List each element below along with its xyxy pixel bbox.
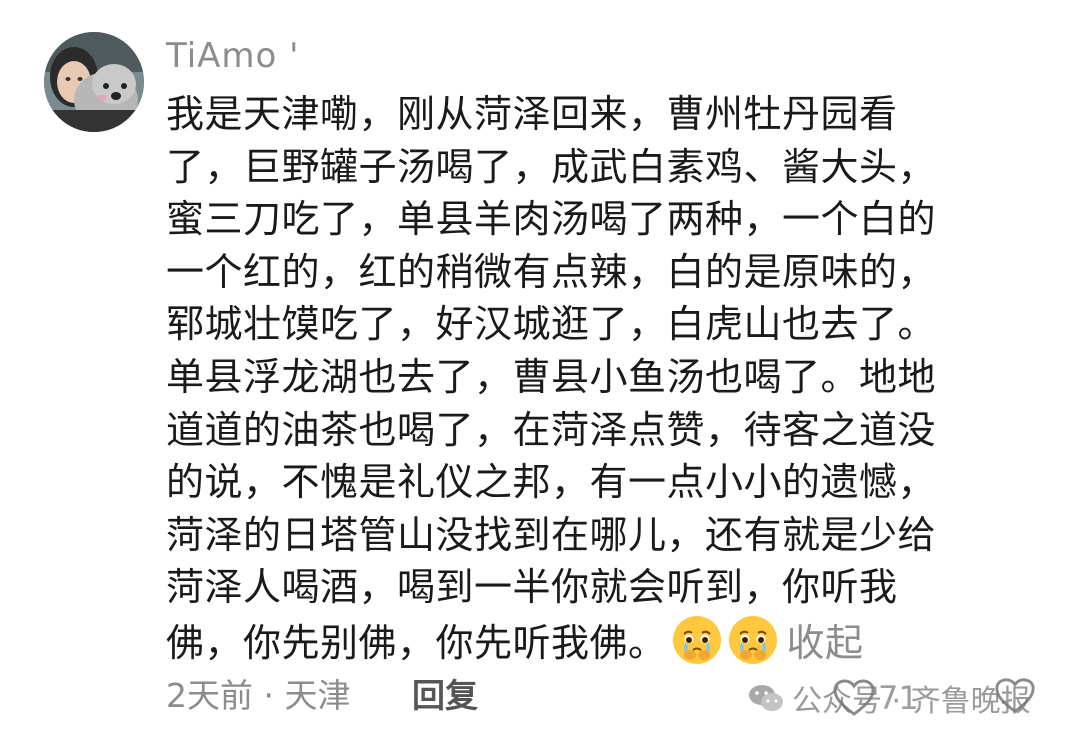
comment-line: 菏泽人喝酒，喝到一半你就会听到，你听我 <box>166 565 898 610</box>
like-button[interactable]: 71 <box>832 672 919 724</box>
like-count: 71 <box>878 679 919 717</box>
comment-line: 道道的油茶也喝了，在菏泽点赞，待客之道没 <box>166 407 937 452</box>
comment-line: 我是天津嘞，刚从菏泽回来，曹州牡丹园看 <box>166 92 898 136</box>
comment-line: 了，巨野罐子汤喝了，成武白素鸡、酱大头， <box>166 144 937 189</box>
comment-line: 蜜三刀吃了，单县羊肉汤喝了两种，一个白的 <box>166 197 937 242</box>
username[interactable]: TiAmo ' <box>166 34 300 78</box>
heart-outline-icon[interactable] <box>994 676 1036 716</box>
avatar-photo <box>44 32 144 132</box>
avatar[interactable] <box>44 32 144 132</box>
comment-text: 我是天津嘞，刚从菏泽回来，曹州牡丹园看 了，巨野罐子汤喝了，成武白素鸡、酱大头，… <box>166 88 1026 670</box>
comment-line: 佛，你先别佛，你先听我佛。 <box>166 620 667 665</box>
crying-face-emoji <box>672 615 721 664</box>
comment-meta: 2天前 · 天津 <box>166 676 351 715</box>
comment-last-line: 佛，你先别佛，你先听我佛。 收起 <box>166 614 1026 670</box>
wechat-icon <box>749 685 783 711</box>
crying-face-emoji <box>728 615 777 664</box>
comment-line: 的说，不愧是礼仪之邦，有一点小小的遗憾， <box>166 460 937 505</box>
comment-line: 菏泽的日塔管山没找到在哪儿，还有就是少给 <box>166 512 937 557</box>
reply-button[interactable]: 回复 <box>412 674 478 718</box>
comment-line: 单县浮龙湖也去了，曹县小鱼汤也喝了。地地 <box>166 354 937 399</box>
collapse-link[interactable]: 收起 <box>787 621 864 665</box>
heart-icon <box>833 679 875 716</box>
comment-line: 郓城壮馍吃了，好汉城逛了，白虎山也去了。 <box>166 302 937 347</box>
comment-line: 一个红的，红的稍微有点辣，白的是原味的， <box>166 249 937 294</box>
